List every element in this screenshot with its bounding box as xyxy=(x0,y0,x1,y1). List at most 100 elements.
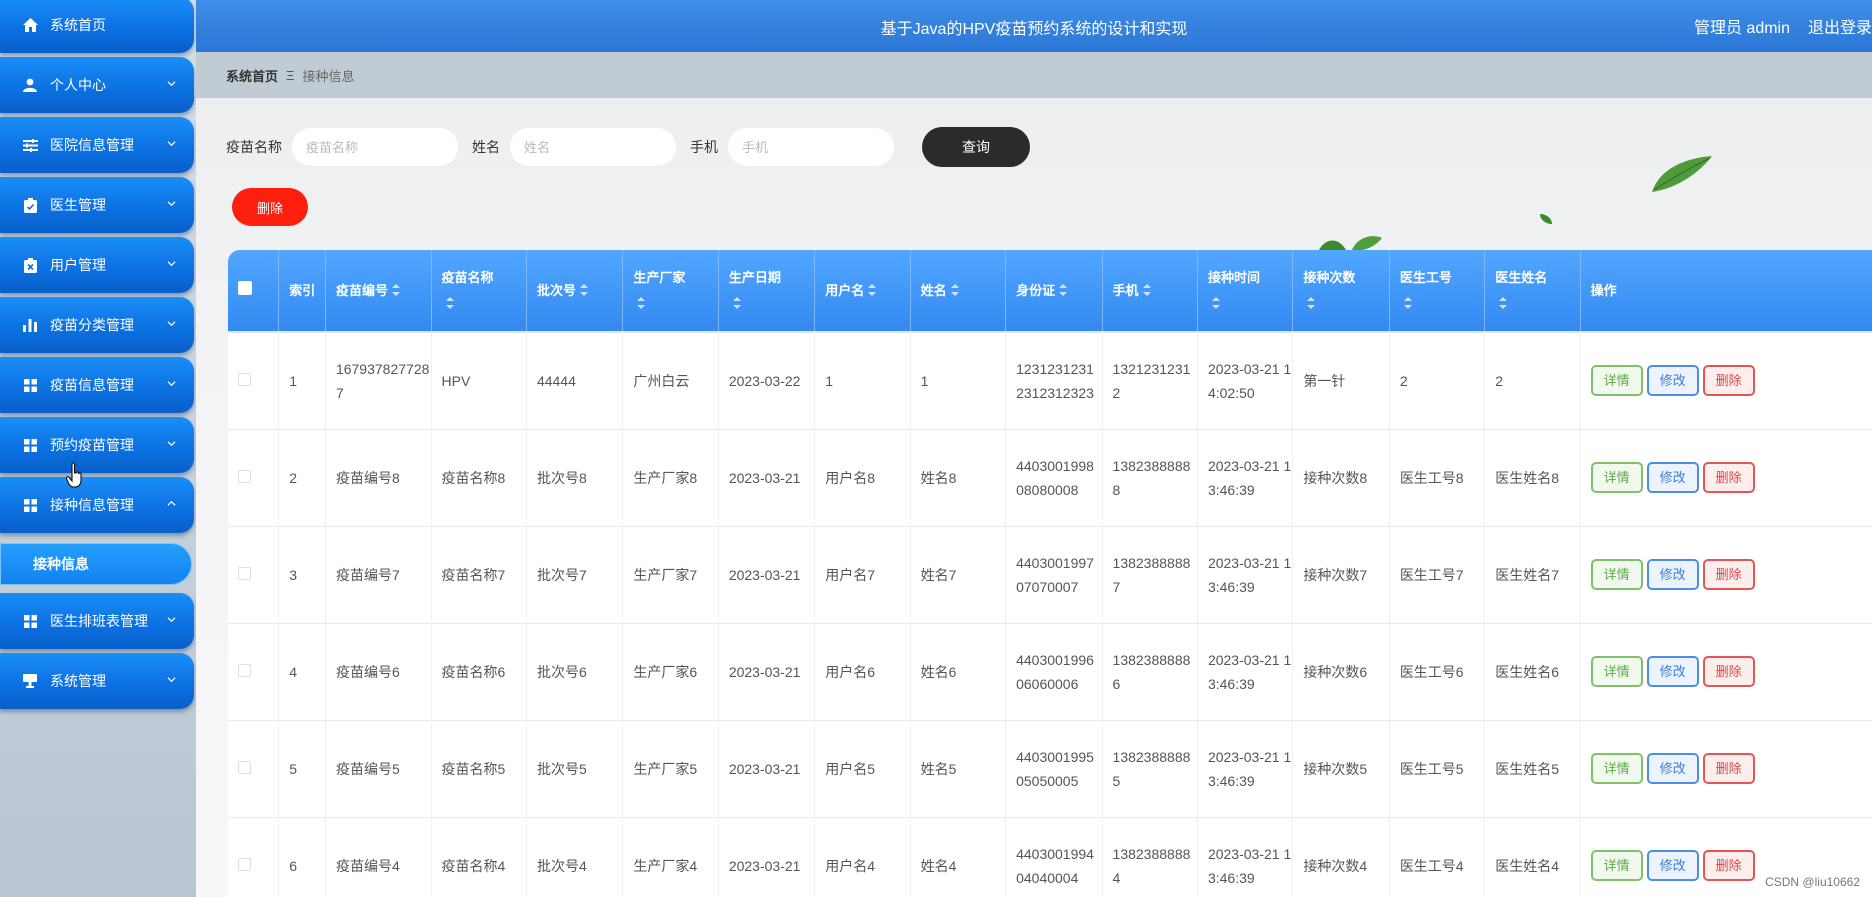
row-checkbox[interactable] xyxy=(238,566,251,580)
sidebar-item-user-management[interactable]: 用户管理 xyxy=(0,237,194,293)
column-header[interactable]: 批次号 xyxy=(526,250,624,332)
sidebar-item-system[interactable]: 系统管理 xyxy=(0,653,194,709)
sort-icon xyxy=(391,284,400,297)
row-checkbox[interactable] xyxy=(238,372,251,386)
edit-button[interactable]: 修改 xyxy=(1646,365,1699,397)
phone-input[interactable] xyxy=(728,128,894,166)
cell-id-card: 440300199808080008 xyxy=(1005,429,1103,526)
cell-count: 接种次数8 xyxy=(1292,429,1390,526)
detail-button[interactable]: 详情 xyxy=(1590,656,1643,687)
cell-maker: 生产厂家5 xyxy=(622,720,719,817)
chevron-up-icon xyxy=(167,500,176,506)
sidebar-subitem-vaccination-info[interactable]: 接种信息 xyxy=(0,543,192,585)
column-header[interactable]: 手机 xyxy=(1102,250,1198,332)
cell-username: 用户名6 xyxy=(814,623,911,720)
row-select-cell[interactable] xyxy=(228,623,280,720)
detail-button[interactable]: 详情 xyxy=(1590,850,1643,881)
sidebar-item-home[interactable]: 系统首页 xyxy=(0,0,194,53)
sidebar-item-schedule[interactable]: 医生排班表管理 xyxy=(0,593,194,649)
edit-button[interactable]: 修改 xyxy=(1646,753,1699,784)
row-select-cell[interactable] xyxy=(228,526,280,623)
column-header[interactable]: 姓名 xyxy=(910,250,1007,332)
column-header[interactable]: 医生工号 xyxy=(1389,250,1486,332)
header: 基于Java的HPV疫苗预约系统的设计和实现 管理员 admin 退出登录 xyxy=(196,0,1872,52)
row-actions: 详情 修改 删除 xyxy=(1580,332,1872,429)
sort-icon xyxy=(1142,284,1151,297)
grid-icon xyxy=(20,611,40,631)
detail-button[interactable]: 详情 xyxy=(1590,753,1643,784)
detail-button[interactable]: 详情 xyxy=(1590,559,1643,590)
select-all-checkbox[interactable] xyxy=(238,280,252,295)
column-header[interactable]: 用户名 xyxy=(814,250,911,332)
edit-button[interactable]: 修改 xyxy=(1646,850,1699,881)
cell-vaccine-no: 疫苗编号6 xyxy=(325,623,432,720)
delete-button[interactable]: 删除 xyxy=(1702,656,1755,687)
batch-delete-button[interactable]: 删除 xyxy=(232,188,308,226)
cell-count: 接种次数4 xyxy=(1292,817,1390,897)
column-header[interactable]: 疫苗编号 xyxy=(325,250,432,332)
column-header[interactable]: 接种次数 xyxy=(1292,250,1390,332)
grid-icon xyxy=(20,435,40,455)
cell-index: 4 xyxy=(278,623,326,720)
cell-index: 5 xyxy=(278,720,326,817)
chevron-down-icon xyxy=(167,141,176,147)
row-checkbox[interactable] xyxy=(238,469,251,483)
logout-link[interactable]: 退出登录 xyxy=(1808,14,1872,38)
row-checkbox[interactable] xyxy=(238,760,251,774)
sort-icon xyxy=(637,297,646,310)
edit-button[interactable]: 修改 xyxy=(1646,559,1699,590)
sidebar: 系统首页 个人中心 医院信息管理 医生管理 用户管理 疫苗分类管理 疫苗信息管理… xyxy=(0,0,196,897)
detail-button[interactable]: 详情 xyxy=(1590,462,1643,493)
cell-time: 2023-03-21 14:02:50 xyxy=(1197,332,1294,429)
detail-button[interactable]: 详情 xyxy=(1590,365,1643,397)
cell-phone: 13823888887 xyxy=(1102,526,1198,623)
delete-button[interactable]: 删除 xyxy=(1702,559,1755,590)
search-button[interactable]: 查询 xyxy=(922,127,1030,167)
delete-button[interactable]: 删除 xyxy=(1702,850,1755,881)
chevron-down-icon xyxy=(167,617,176,623)
row-checkbox[interactable] xyxy=(238,857,251,871)
sort-icon xyxy=(732,297,741,310)
sort-icon xyxy=(1059,284,1068,297)
row-select-cell[interactable] xyxy=(228,720,280,817)
sidebar-item-label: 系统首页 xyxy=(50,17,106,33)
sidebar-item-hospital[interactable]: 医院信息管理 xyxy=(0,117,194,173)
sidebar-item-doctor[interactable]: 医生管理 xyxy=(0,177,194,233)
sidebar-item-personal-center[interactable]: 个人中心 xyxy=(0,57,194,113)
row-select-cell[interactable] xyxy=(228,332,280,429)
cell-vaccine-name: 疫苗名称4 xyxy=(431,817,527,897)
cell-prod-date: 2023-03-22 xyxy=(718,332,816,429)
sidebar-item-vaccine-info[interactable]: 疫苗信息管理 xyxy=(0,357,194,413)
admin-user-label: 管理员 admin xyxy=(1693,20,1790,37)
sidebar-item-appointment[interactable]: 预约疫苗管理 xyxy=(0,417,194,473)
cell-name: 姓名5 xyxy=(910,720,1007,817)
sidebar-item-label: 医生排班表管理 xyxy=(50,613,148,629)
edit-button[interactable]: 修改 xyxy=(1646,656,1699,687)
name-input[interactable] xyxy=(510,128,676,166)
sort-icon xyxy=(868,284,877,297)
column-header[interactable]: 生产厂家 xyxy=(622,250,719,332)
sidebar-item-vaccination[interactable]: 接种信息管理 xyxy=(0,477,194,533)
edit-button[interactable]: 修改 xyxy=(1646,462,1699,493)
breadcrumb-home[interactable]: 系统首页 xyxy=(226,66,278,85)
delete-button[interactable]: 删除 xyxy=(1702,365,1755,397)
column-header[interactable]: 医生姓名 xyxy=(1484,250,1581,332)
delete-button[interactable]: 删除 xyxy=(1702,753,1755,784)
row-checkbox[interactable] xyxy=(238,663,251,677)
row-select-cell[interactable] xyxy=(228,817,280,897)
row-select-cell[interactable] xyxy=(228,429,280,526)
delete-button[interactable]: 删除 xyxy=(1702,462,1755,493)
vaccine-name-input[interactable] xyxy=(292,128,458,166)
column-header[interactable]: 身份证 xyxy=(1005,250,1103,332)
cell-id-card: 440300199404040004 xyxy=(1005,817,1103,897)
select-all-header[interactable] xyxy=(228,250,280,332)
column-header[interactable]: 疫苗名称 xyxy=(431,250,527,332)
sidebar-item-vaccine-category[interactable]: 疫苗分类管理 xyxy=(0,297,194,353)
phone-label: 手机 xyxy=(690,139,718,155)
breadcrumb: 系统首页 Ξ 接种信息 xyxy=(196,52,1872,98)
column-header[interactable]: 接种时间 xyxy=(1197,250,1294,332)
cell-vaccine-no: 疫苗编号5 xyxy=(325,720,432,817)
sidebar-item-label: 个人中心 xyxy=(50,77,106,93)
grid-icon xyxy=(20,375,40,395)
column-header[interactable]: 生产日期 xyxy=(718,250,816,332)
